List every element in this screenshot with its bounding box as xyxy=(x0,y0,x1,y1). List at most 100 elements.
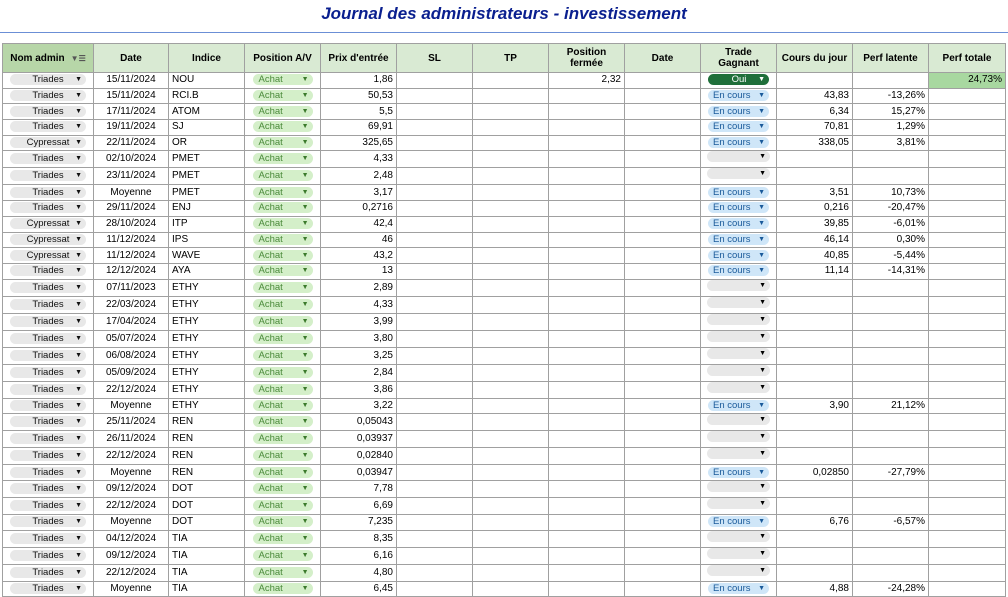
position-dropdown[interactable]: Achat ▼ xyxy=(252,499,313,511)
cell-perf-latente[interactable] xyxy=(852,413,929,432)
cell-indice[interactable]: ETHY xyxy=(168,278,245,297)
cell-indice[interactable]: ETHY xyxy=(168,329,245,348)
position-dropdown[interactable]: Achat ▼ xyxy=(252,450,313,462)
cell-date[interactable]: 04/12/2024 xyxy=(93,529,169,548)
header-sl[interactable]: SL xyxy=(396,43,473,73)
cell-perf-latente[interactable]: 15,27% xyxy=(852,103,929,121)
cell-perf-latente[interactable] xyxy=(852,346,929,365)
cell-trade-gagnant[interactable]: En cours ▼ xyxy=(700,262,777,280)
cell-sl[interactable] xyxy=(396,167,473,186)
cell-sl[interactable] xyxy=(396,103,473,121)
cell-indice[interactable]: ETHY xyxy=(168,346,245,365)
cell-indice[interactable]: NOU xyxy=(168,72,245,89)
position-dropdown[interactable]: Achat ▼ xyxy=(252,516,313,528)
cell-tp[interactable] xyxy=(472,247,549,264)
cell-indice[interactable]: PMET xyxy=(168,167,245,186)
cell-prix-entree[interactable]: 0,2716 xyxy=(320,200,397,217)
cell-position-fermee[interactable] xyxy=(548,479,625,498)
cell-prix-entree[interactable]: 4,80 xyxy=(320,563,397,582)
admin-dropdown[interactable]: Triades ▼ xyxy=(10,202,86,214)
cell-position[interactable]: Achat ▼ xyxy=(244,119,321,136)
cell-sl[interactable] xyxy=(396,363,473,382)
cell-tp[interactable] xyxy=(472,329,549,348)
trade-dropdown[interactable]: ▼ xyxy=(707,382,770,393)
cell-date-fermeture[interactable] xyxy=(624,329,701,348)
cell-tp[interactable] xyxy=(472,563,549,582)
trade-dropdown[interactable]: En cours ▼ xyxy=(708,137,769,149)
cell-perf-latente[interactable]: 1,29% xyxy=(852,119,929,136)
cell-date[interactable]: 19/11/2024 xyxy=(93,119,169,136)
cell-perf-latente[interactable]: -6,57% xyxy=(852,513,929,531)
cell-date-fermeture[interactable] xyxy=(624,247,701,264)
cell-position[interactable]: Achat ▼ xyxy=(244,496,321,515)
cell-trade-gagnant[interactable]: ▼ xyxy=(700,278,777,297)
cell-perf-totale[interactable] xyxy=(928,529,1006,548)
cell-date[interactable]: 11/12/2024 xyxy=(93,247,169,264)
admin-dropdown[interactable]: Triades ▼ xyxy=(10,90,86,102)
cell-cours-du-jour[interactable]: 46,14 xyxy=(776,231,853,249)
cell-cours-du-jour[interactable] xyxy=(776,479,853,498)
position-dropdown[interactable]: Achat ▼ xyxy=(252,121,313,133)
cell-date[interactable]: Moyenne xyxy=(93,184,169,202)
cell-indice[interactable]: AYA xyxy=(168,262,245,280)
cell-prix-entree[interactable]: 7,235 xyxy=(320,513,397,531)
cell-indice[interactable]: ATOM xyxy=(168,103,245,121)
cell-position[interactable]: Achat ▼ xyxy=(244,295,321,314)
cell-nom-admin[interactable]: Triades ▼ xyxy=(2,312,94,331)
cell-perf-totale[interactable] xyxy=(928,278,1006,297)
cell-tp[interactable] xyxy=(472,580,549,597)
filter-icon[interactable]: ▼☰ xyxy=(71,53,86,64)
cell-sl[interactable] xyxy=(396,184,473,202)
cell-sl[interactable] xyxy=(396,215,473,233)
cell-prix-entree[interactable]: 4,33 xyxy=(320,295,397,314)
trade-dropdown[interactable]: En cours ▼ xyxy=(708,186,769,198)
cell-perf-totale[interactable] xyxy=(928,200,1006,217)
cell-position[interactable]: Achat ▼ xyxy=(244,479,321,498)
cell-prix-entree[interactable]: 3,80 xyxy=(320,329,397,348)
cell-perf-latente[interactable]: -13,26% xyxy=(852,87,929,105)
cell-date-fermeture[interactable] xyxy=(624,312,701,331)
cell-nom-admin[interactable]: Triades ▼ xyxy=(2,546,94,565)
cell-nom-admin[interactable]: Triades ▼ xyxy=(2,563,94,582)
cell-perf-latente[interactable]: 0,30% xyxy=(852,231,929,249)
cell-cours-du-jour[interactable]: 6,34 xyxy=(776,103,853,121)
cell-sl[interactable] xyxy=(396,87,473,105)
cell-indice[interactable]: TIA xyxy=(168,529,245,548)
cell-perf-latente[interactable] xyxy=(852,479,929,498)
cell-indice[interactable]: IPS xyxy=(168,231,245,249)
cell-position-fermee[interactable] xyxy=(548,447,625,466)
cell-position-fermee[interactable] xyxy=(548,363,625,382)
cell-date[interactable]: 23/11/2024 xyxy=(93,167,169,186)
cell-position-fermee[interactable] xyxy=(548,580,625,597)
trade-dropdown[interactable]: En cours ▼ xyxy=(708,265,769,277)
cell-perf-latente[interactable] xyxy=(852,447,929,466)
admin-dropdown[interactable]: Triades ▼ xyxy=(10,416,86,428)
cell-date[interactable]: Moyenne xyxy=(93,397,169,415)
cell-cours-du-jour[interactable]: 0,216 xyxy=(776,200,853,217)
admin-dropdown[interactable]: Triades ▼ xyxy=(10,549,86,561)
cell-position[interactable]: Achat ▼ xyxy=(244,580,321,597)
cell-perf-latente[interactable] xyxy=(852,278,929,297)
cell-sl[interactable] xyxy=(396,346,473,365)
cell-nom-admin[interactable]: Triades ▼ xyxy=(2,295,94,314)
trade-dropdown[interactable]: En cours ▼ xyxy=(708,121,769,133)
cell-date-fermeture[interactable] xyxy=(624,563,701,582)
cell-tp[interactable] xyxy=(472,200,549,217)
trade-dropdown[interactable]: En cours ▼ xyxy=(708,202,769,214)
cell-indice[interactable]: SJ xyxy=(168,119,245,136)
cell-perf-totale[interactable] xyxy=(928,295,1006,314)
cell-indice[interactable]: ENJ xyxy=(168,200,245,217)
cell-perf-totale[interactable] xyxy=(928,231,1006,249)
cell-position-fermee[interactable] xyxy=(548,513,625,531)
cell-position-fermee[interactable] xyxy=(548,563,625,582)
cell-perf-totale[interactable] xyxy=(928,464,1006,481)
cell-prix-entree[interactable]: 50,53 xyxy=(320,87,397,105)
cell-date-fermeture[interactable] xyxy=(624,479,701,498)
cell-position[interactable]: Achat ▼ xyxy=(244,380,321,399)
position-dropdown[interactable]: Achat ▼ xyxy=(252,90,313,102)
cell-indice[interactable]: ETHY xyxy=(168,397,245,415)
cell-indice[interactable]: ITP xyxy=(168,215,245,233)
cell-nom-admin[interactable]: Triades ▼ xyxy=(2,464,94,481)
cell-date-fermeture[interactable] xyxy=(624,397,701,415)
cell-indice[interactable]: REN xyxy=(168,464,245,481)
